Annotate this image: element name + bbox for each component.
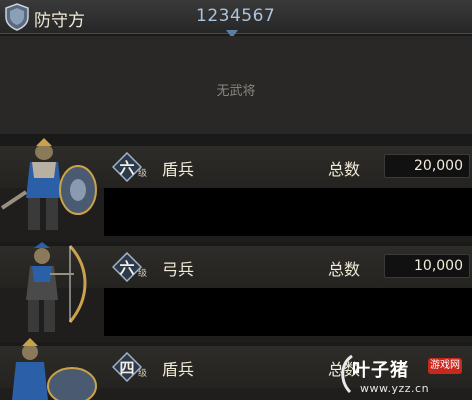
total-value: 20,000 [414, 158, 463, 174]
side-label: 防守方 [34, 11, 85, 31]
unit-detail-panel [104, 188, 472, 236]
shield-soldier-portrait-icon [12, 338, 97, 400]
player-id: 1234567 [196, 6, 276, 26]
unit-name: 盾兵 [162, 360, 195, 379]
top-bar: 防守方 1234567 [0, 0, 472, 38]
total-value-box: 10,000 [384, 254, 470, 278]
shield-soldier-portrait-icon [0, 138, 97, 230]
tier-number: 六 [119, 159, 135, 177]
tier-number: 四 [119, 359, 135, 377]
total-label: 总数 [328, 160, 361, 179]
watermark-tag: 游戏网 [428, 358, 462, 374]
defender-shield-icon [5, 3, 29, 31]
tier-number: 六 [119, 259, 135, 277]
archer-soldier-portrait-icon [26, 242, 87, 332]
unit-detail-panel [104, 288, 472, 336]
no-general-text: 无武将 [216, 84, 256, 99]
unit-name: 盾兵 [162, 160, 195, 179]
general-slot[interactable]: 无武将 [0, 36, 472, 134]
total-value-box: 20,000 [384, 154, 470, 178]
tier-badge: 六 级 [108, 252, 148, 282]
tier-suffix: 级 [138, 169, 148, 179]
watermark-brand: 叶子猪 [352, 360, 409, 381]
tier-suffix: 级 [138, 369, 148, 379]
total-value: 10,000 [414, 258, 463, 274]
tier-suffix: 级 [138, 269, 148, 279]
unit-row-shield-tier6[interactable]: 六 级 盾兵 总数 20,000 [0, 138, 472, 242]
tier-badge: 六 级 [108, 152, 148, 182]
watermark-url: www.yzz.cn [360, 382, 430, 395]
unit-name: 弓兵 [162, 260, 195, 279]
site-watermark: 叶子猪 游戏网 www.yzz.cn [336, 354, 472, 400]
unit-row-archer-tier6[interactable]: 六 级 弓兵 总数 10,000 [0, 242, 472, 342]
total-label: 总数 [328, 260, 361, 279]
tier-badge: 四 级 [108, 352, 148, 382]
